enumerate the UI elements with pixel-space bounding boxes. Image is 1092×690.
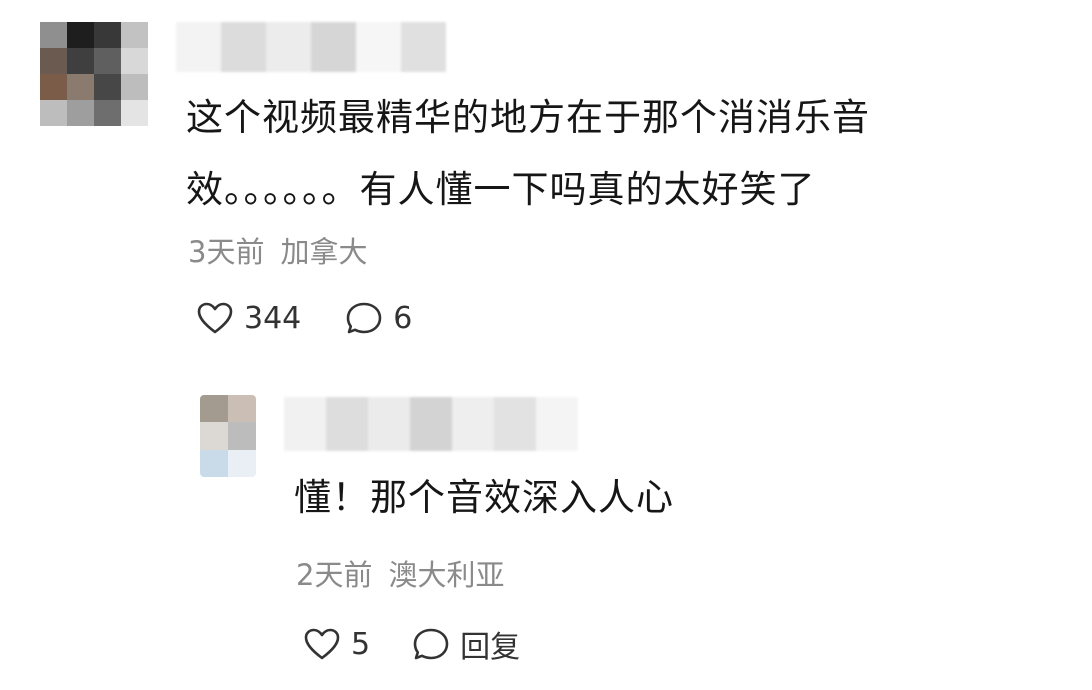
avatar-pixel: [228, 449, 256, 477]
blurred-name-block: [221, 22, 266, 72]
reply-actions: 5 回复: [303, 622, 520, 666]
comment-meta: 3天前 加拿大: [188, 229, 367, 271]
blurred-name-block: [452, 397, 494, 451]
blurred-name-block: [284, 397, 326, 451]
blurred-name-block: [401, 22, 446, 72]
avatar-pixel: [67, 74, 94, 100]
commenter-name-blurred[interactable]: [176, 22, 446, 72]
avatar-pixel: [121, 74, 148, 100]
like-button[interactable]: 344: [196, 301, 301, 336]
like-count: 344: [244, 300, 302, 336]
comment-location: 加拿大: [280, 235, 368, 269]
blurred-name-block: [494, 397, 536, 451]
avatar-pixel: [40, 48, 67, 74]
avatar-pixel: [67, 22, 94, 48]
comment-screenshot: 这个视频最精华的地方在于那个消消乐音效。。。。。。有人懂一下吗真的太好笑了 3天…: [0, 0, 1092, 690]
heart-outline-icon: [304, 628, 340, 660]
blurred-name-block: [410, 397, 452, 451]
avatar-pixel: [94, 100, 121, 126]
speech-bubble-icon: [413, 628, 449, 660]
replier-name-blurred[interactable]: [284, 397, 578, 451]
comment-actions: 344 6: [196, 300, 412, 336]
reply-location: 澳大利亚: [388, 558, 505, 592]
avatar-pixel: [200, 395, 228, 423]
blurred-name-block: [536, 397, 578, 451]
blurred-name-block: [266, 22, 311, 72]
reply-count-button[interactable]: 6: [345, 300, 412, 336]
avatar-pixel: [40, 100, 67, 126]
avatar-pixel: [94, 48, 121, 74]
avatar-pixel: [200, 449, 228, 477]
avatar-pixel: [94, 74, 121, 100]
reply-meta: 2天前 澳大利亚: [296, 552, 504, 594]
avatar-pixel: [40, 22, 67, 48]
commenter-avatar[interactable]: [40, 22, 148, 126]
speech-bubble-icon: [346, 302, 382, 334]
reply-label: 回复: [460, 630, 521, 665]
avatar-pixel: [121, 22, 148, 48]
blurred-name-block: [356, 22, 401, 72]
avatar-pixel: [67, 48, 94, 74]
reply-time: 2天前: [296, 558, 373, 592]
avatar-pixel: [67, 100, 94, 126]
avatar-pixel: [228, 395, 256, 423]
blurred-name-block: [311, 22, 356, 72]
avatar-pixel: [94, 22, 121, 48]
replier-avatar[interactable]: [200, 395, 256, 477]
heart-outline-icon: [197, 302, 233, 334]
blurred-name-block: [176, 22, 221, 72]
comment-time: 3天前: [188, 235, 265, 269]
avatar-pixel: [200, 422, 228, 450]
avatar-pixel: [228, 422, 256, 450]
reply-like-count: 5: [351, 626, 371, 662]
reply-like-button[interactable]: 5: [303, 627, 370, 662]
blurred-name-block: [368, 397, 410, 451]
reply-button[interactable]: 回复: [412, 622, 520, 666]
avatar-pixel: [40, 74, 67, 100]
blurred-name-block: [326, 397, 368, 451]
avatar-pixel: [121, 48, 148, 74]
reply-count: 6: [393, 300, 413, 336]
reply-text: 懂！那个音效深入人心: [294, 476, 674, 519]
avatar-pixel: [121, 100, 148, 126]
comment-text: 这个视频最精华的地方在于那个消消乐音效。。。。。。有人懂一下吗真的太好笑了: [186, 96, 870, 211]
